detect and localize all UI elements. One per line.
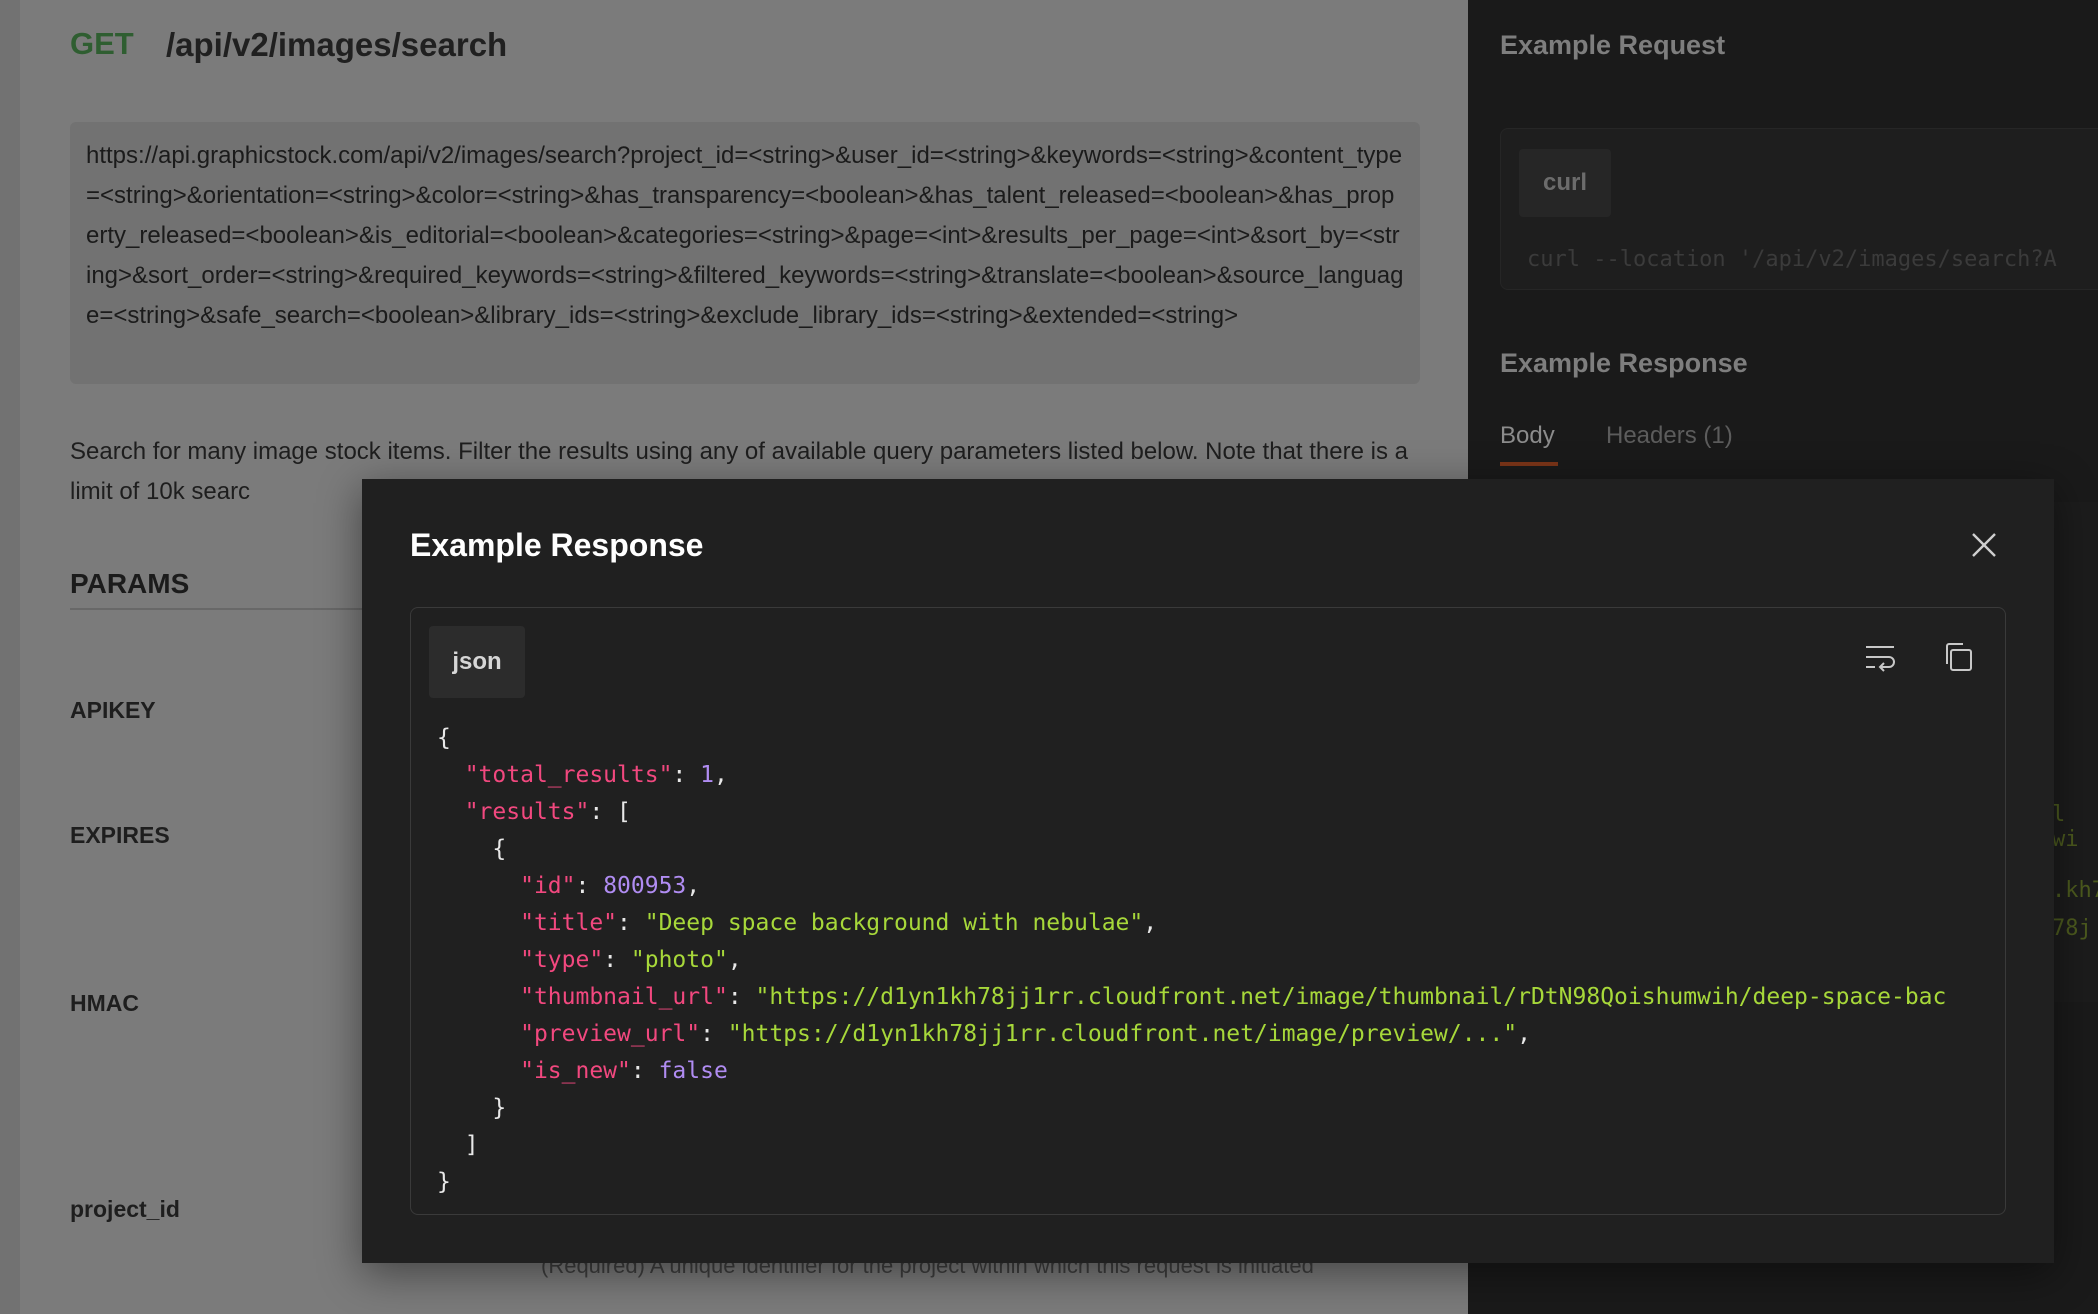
request-lang-tag[interactable]: curl xyxy=(1519,149,1611,217)
json-lang-tag[interactable]: json xyxy=(429,626,525,698)
response-fragment: 78j xyxy=(2052,916,2092,941)
tab-body-underline xyxy=(1500,462,1558,466)
example-response-title: Example Response xyxy=(1500,348,1748,378)
request-url-box[interactable]: https://api.graphicstock.com/api/v2/imag… xyxy=(70,122,1420,384)
param-apikey: APIKEY xyxy=(70,697,156,723)
param-expires: EXPIRES xyxy=(70,822,170,848)
example-request-title: Example Request xyxy=(1500,30,1726,60)
json-preview-url: "https://d1yn1kh78jj1rr.cloudfront.net/i… xyxy=(727,1021,1518,1047)
endpoint-path: /api/v2/images/search xyxy=(166,26,508,63)
json-is-new: false xyxy=(658,1058,728,1084)
example-request-code: curl curl --location '/api/v2/images/sea… xyxy=(1500,128,2098,290)
response-fragment: .kh7 xyxy=(2052,878,2098,903)
param-project-id: project_id xyxy=(70,1196,180,1222)
json-total-results: 1 xyxy=(700,762,714,788)
tab-headers[interactable]: Headers (1) xyxy=(1606,422,1733,450)
response-fragment: l wi xyxy=(2052,802,2079,852)
json-type: "photo" xyxy=(630,947,728,973)
params-heading: PARAMS xyxy=(70,568,190,599)
http-method: GET xyxy=(70,26,134,61)
json-title: "Deep space background with nebulae" xyxy=(644,910,1144,936)
example-response-modal: Example Response json { "total_results":… xyxy=(362,479,2054,1263)
copy-icon[interactable] xyxy=(1941,640,1975,674)
params-divider xyxy=(70,608,370,610)
json-response-code: { "total_results": 1, "results": [ { "id… xyxy=(437,725,1947,1195)
api-docs-page: GET /api/v2/images/search https://api.gr… xyxy=(0,0,2098,1314)
json-id: 800953 xyxy=(603,873,687,899)
wrap-lines-icon[interactable] xyxy=(1863,640,1897,674)
param-hmac: HMAC xyxy=(70,990,139,1016)
tab-body[interactable]: Body xyxy=(1500,422,1555,450)
left-sidebar-edge xyxy=(0,0,20,1314)
close-icon[interactable] xyxy=(1968,529,2000,561)
request-code-line: curl --location '/api/v2/images/search?A xyxy=(1527,247,2057,272)
modal-title: Example Response xyxy=(410,527,704,563)
json-code-block: json { "total_results": 1, "results": [ … xyxy=(410,607,2006,1215)
json-thumbnail-url: "https://d1yn1kh78jj1rr.cloudfront.net/i… xyxy=(755,984,1947,1010)
